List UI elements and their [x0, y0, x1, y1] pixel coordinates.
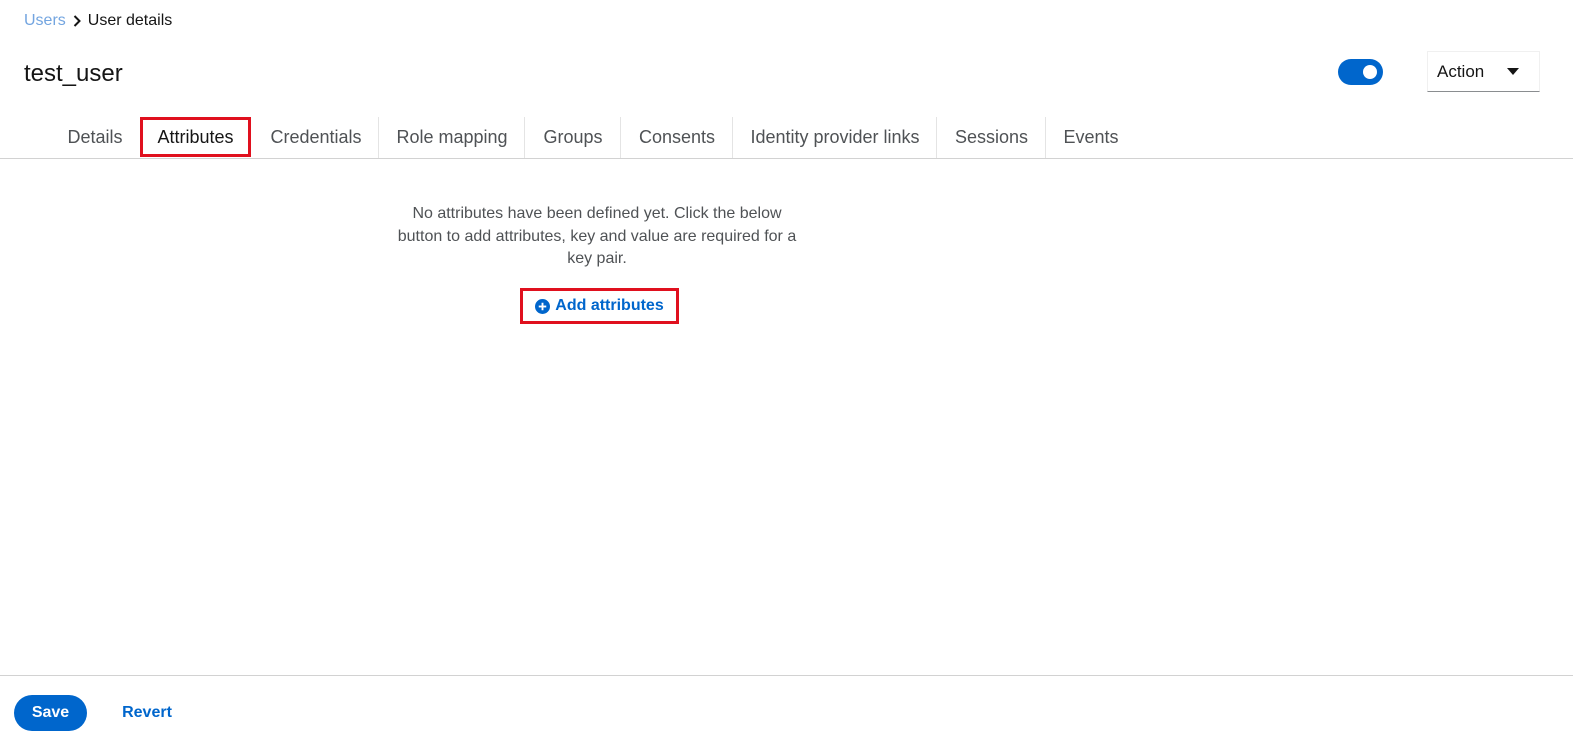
plus-circle-icon — [535, 298, 551, 314]
action-dropdown[interactable]: Action — [1427, 51, 1540, 92]
action-dropdown-label: Action — [1437, 61, 1485, 81]
tab-bar: Details Attributes Credentials Role mapp… — [0, 117, 1573, 159]
tab-credentials[interactable]: Credentials — [253, 117, 379, 158]
tab-sessions[interactable]: Sessions — [937, 117, 1046, 158]
add-attributes-label: Add attributes — [555, 297, 664, 314]
breadcrumb: Users User details — [24, 11, 172, 31]
chevron-right-icon — [66, 15, 88, 27]
caret-down-icon — [1507, 68, 1519, 75]
tab-consents[interactable]: Consents — [621, 117, 733, 158]
page-title: test_user — [24, 60, 123, 87]
user-details-page: Users User details test_user Action Deta… — [0, 0, 1573, 736]
tab-events[interactable]: Events — [1046, 117, 1136, 158]
add-attributes-button[interactable]: Add attributes — [520, 288, 679, 324]
tab-attributes[interactable]: Attributes — [140, 117, 251, 158]
revert-button[interactable]: Revert — [110, 695, 184, 731]
tab-groups[interactable]: Groups — [525, 117, 621, 158]
footer-actions: Save Revert — [0, 675, 1573, 736]
breadcrumb-users-link[interactable]: Users — [24, 11, 66, 31]
tab-details[interactable]: Details — [50, 117, 140, 158]
empty-state-message: No attributes have been defined yet. Cli… — [397, 205, 797, 267]
user-enabled-toggle[interactable] — [1338, 59, 1383, 85]
save-button[interactable]: Save — [14, 695, 87, 731]
tab-identity-provider-links[interactable]: Identity provider links — [733, 117, 937, 158]
breadcrumb-current: User details — [87, 12, 173, 29]
toggle-knob — [1363, 65, 1377, 79]
tab-role-mapping[interactable]: Role mapping — [379, 117, 525, 158]
